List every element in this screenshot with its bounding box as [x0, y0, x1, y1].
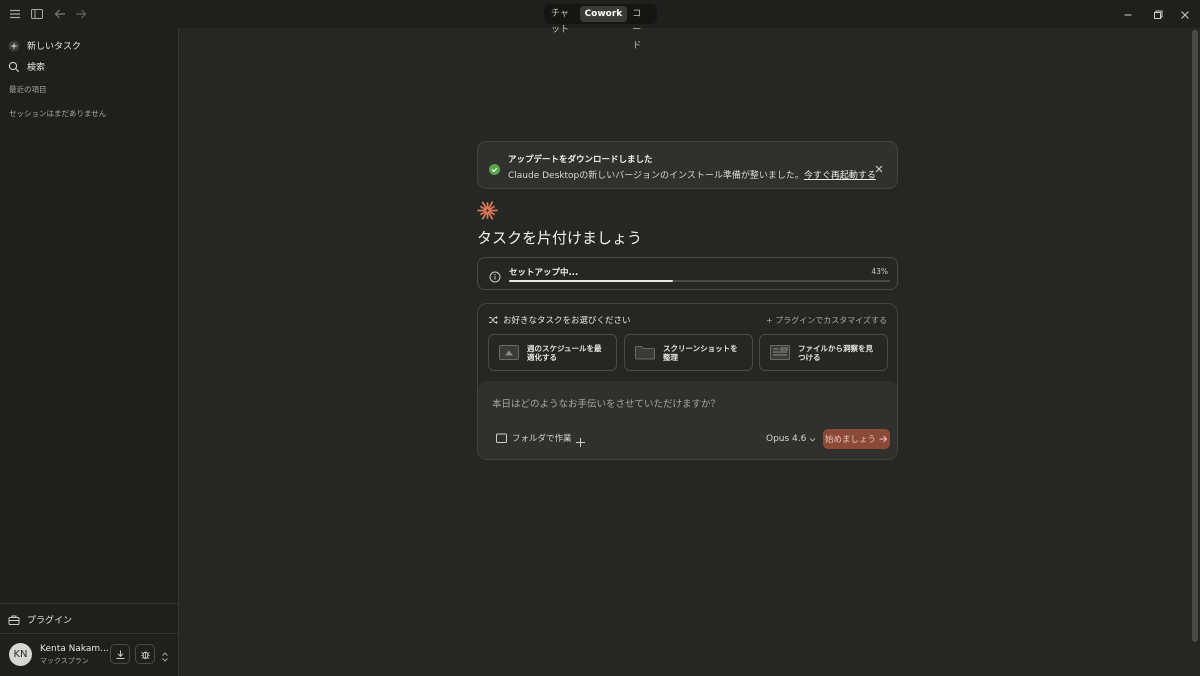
avatar[interactable]: KN: [9, 643, 32, 666]
close-icon[interactable]: [873, 160, 885, 173]
new-task-button[interactable]: 新しいタスク: [8, 39, 81, 52]
recents-heading: 最近の項目: [9, 85, 47, 94]
folder-icon: [496, 433, 507, 443]
work-in-folder-label: フォルダで作業: [512, 434, 572, 444]
shuffle-icon[interactable]: [488, 315, 498, 325]
plus-icon[interactable]: [575, 433, 586, 447]
mode-switcher: チャット Cowork コード: [544, 4, 657, 51]
close-window-icon[interactable]: [1178, 7, 1192, 21]
plus-circle-icon: [8, 40, 20, 52]
back-arrow-icon[interactable]: [52, 6, 68, 22]
plugins-label: プラグイン: [27, 616, 73, 626]
task-card-label: 週のスケジュールを最適化する: [527, 343, 602, 362]
setup-percent: 43%: [871, 267, 888, 276]
account-switch-icon[interactable]: [160, 648, 170, 662]
user-plan: マックスプラン: [40, 657, 89, 665]
progress-fill: [509, 280, 673, 282]
forward-arrow-icon[interactable]: [73, 6, 89, 22]
update-notice: アップデートをダウンロードしました Claude Desktopの新しいバージョ…: [477, 141, 898, 189]
page-title: タスクを片付けましょう: [477, 229, 643, 247]
model-label: Opus 4.6: [766, 434, 807, 444]
task-card-screenshots[interactable]: スクリーンショットを整理: [624, 334, 753, 371]
folder-icon: [635, 345, 655, 360]
model-selector[interactable]: Opus 4.6: [766, 434, 816, 444]
briefcase-icon: [8, 614, 20, 626]
search-icon: [8, 61, 20, 73]
chevron-down-icon: [809, 436, 816, 443]
task-card-label: ファイルから洞察を見つける: [798, 343, 873, 362]
empty-sessions-text: セッションはまだありません: [9, 109, 107, 118]
prompt-composer[interactable]: 本日はどのようなお手伝いをさせていただけますか？ フォルダで作業 Opus 4.…: [478, 381, 897, 459]
claude-spark-logo: [477, 200, 498, 221]
task-card-label: スクリーンショットを整理: [663, 343, 738, 362]
calendar-icon: [499, 345, 519, 360]
prompt-input[interactable]: 本日はどのようなお手伝いをさせていただけますか？: [492, 396, 720, 410]
tab-cowork[interactable]: Cowork: [579, 6, 628, 22]
progress-bar: [509, 280, 890, 282]
sidebar-divider: [0, 603, 179, 604]
tab-code[interactable]: コード: [627, 6, 655, 51]
task-heading-text: お好きなタスクをお選びください: [503, 316, 631, 326]
setup-progress-card: セットアップ中... 43%: [477, 257, 898, 290]
sidebar: 新しいタスク 検索 最近の項目 セッションはまだありません プラグイン KN K…: [0, 28, 179, 676]
check-circle-icon: [489, 160, 500, 175]
user-name[interactable]: Kenta Nakam...: [40, 644, 108, 654]
minimize-icon[interactable]: [1121, 7, 1135, 21]
setup-label: セットアップ中...: [509, 268, 579, 278]
task-panel: お好きなタスクをお選びください + プラグインでカスタマイズする 週のスケジュー…: [477, 303, 898, 460]
search-label: 検索: [27, 63, 46, 73]
customize-plugins-link[interactable]: + プラグインでカスタマイズする: [766, 315, 887, 326]
sidebar-toggle-icon[interactable]: [29, 6, 45, 22]
restore-icon[interactable]: [1151, 7, 1165, 21]
search-button[interactable]: 検索: [8, 60, 45, 73]
bug-icon: [140, 651, 150, 659]
new-task-label: 新しいタスク: [27, 42, 82, 52]
app-window: チャット Cowork コード 新しいタスク 検索 最近の項目 セッションはまだ…: [0, 0, 1200, 676]
task-card-schedule[interactable]: 週のスケジュールを最適化する: [488, 334, 617, 371]
title-bar: チャット Cowork コード: [0, 0, 1200, 51]
download-icon: [116, 650, 124, 659]
scrollbar[interactable]: [1192, 30, 1198, 642]
document-icon: [770, 345, 790, 360]
info-icon: [489, 268, 501, 283]
task-suggestions-heading: お好きなタスクをお選びください: [488, 314, 631, 326]
sidebar-divider: [0, 633, 179, 634]
task-card-insights[interactable]: ファイルから洞察を見つける: [759, 334, 888, 371]
plugins-button[interactable]: プラグイン: [8, 613, 72, 626]
work-in-folder-button[interactable]: フォルダで作業: [496, 432, 572, 444]
download-button[interactable]: [110, 644, 130, 664]
menu-icon[interactable]: [7, 6, 23, 22]
notice-body: Claude Desktopの新しいバージョンのインストール準備が整いました。今…: [508, 168, 876, 181]
start-button-label: 始めましょう: [824, 435, 876, 445]
notice-title: アップデートをダウンロードしました: [508, 155, 653, 165]
debug-button[interactable]: [135, 644, 155, 664]
start-button[interactable]: 始めましょう: [823, 429, 890, 449]
tab-chat[interactable]: チャット: [546, 6, 580, 35]
arrow-right-icon: [879, 435, 888, 443]
restart-now-link[interactable]: 今すぐ再起動する: [804, 171, 876, 181]
notice-body-text: Claude Desktopの新しいバージョンのインストール準備が整いました。: [508, 171, 804, 181]
